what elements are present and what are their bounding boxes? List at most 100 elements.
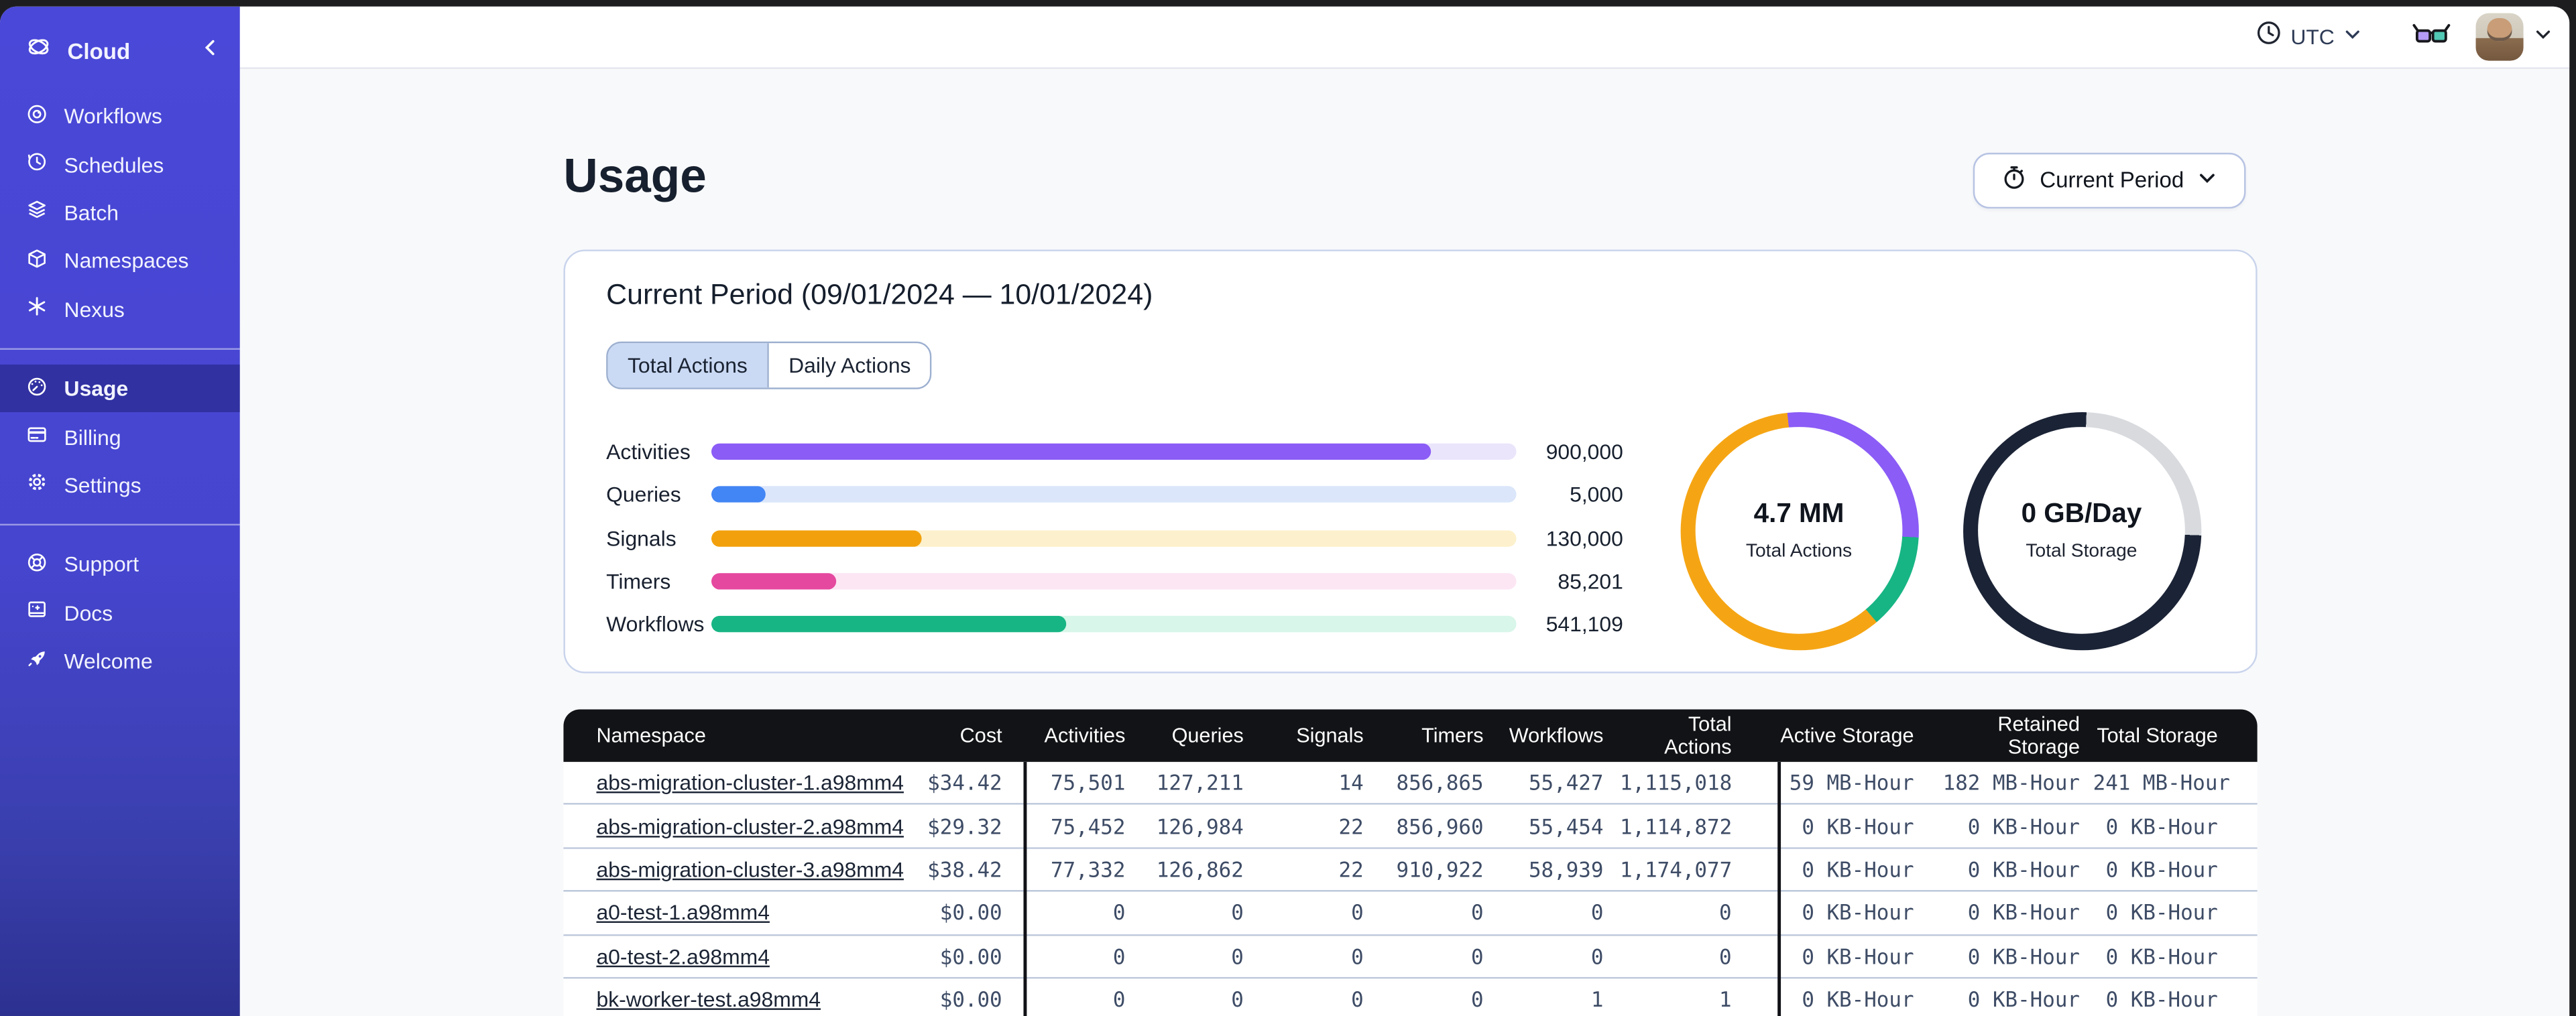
timezone-selector[interactable]: UTC [2256,19,2363,54]
cell-activities: 77,332 [1050,856,1126,882]
column-header-signals: Signals [1296,724,1364,747]
cell-signals: 0 [1351,987,1364,1012]
period-selector-button[interactable]: Current Period [1973,152,2246,208]
total-actions-donut: 4.7 MM Total Actions [1680,411,1918,650]
table-row: abs-migration-cluster-2.a98mm4 $29.32 75,4… [563,805,2258,849]
cell-active-storage: 0 KB-Hour [1802,856,1914,882]
cell-cost: $0.00 [939,900,1002,926]
column-header-workflows: Workflows [1509,724,1604,747]
donut-value: 0 GB/Day [2021,499,2142,529]
chevron-down-icon [2343,22,2362,52]
column-header-queries: Queries [1171,724,1244,747]
cell-cost: $34.42 [927,770,1002,796]
bar-track [711,443,1517,460]
donut-caption: Total Actions [1745,542,1853,562]
cell-signals: 22 [1338,814,1364,839]
brand-row: Cloud [0,26,240,76]
feedback-glasses-button[interactable] [2412,21,2451,54]
column-header-activities: Activities [1044,724,1126,747]
sidebar-item-nexus[interactable]: Nexus [0,285,240,333]
bar-row: Activities 900,000 [565,430,1649,473]
tab-daily-actions[interactable]: Daily Actions [767,343,931,388]
column-header-cost: Cost [959,724,1002,747]
donut-value: 4.7 MM [1753,499,1845,529]
cell-timers: 0 [1470,944,1484,969]
cell-queries: 126,984 [1156,814,1244,839]
sidebar-item-label: Schedules [64,151,164,177]
cell-total-storage: 0 KB-Hour [2105,987,2218,1012]
sidebar-item-support[interactable]: Support [0,540,240,588]
donut-caption: Total Storage [2026,542,2138,562]
docs-book-icon [25,598,50,627]
account-menu[interactable] [2475,13,2553,61]
cell-retained-storage: 0 KB-Hour [1967,944,2081,969]
cell-total-actions: 0 [1718,900,1732,926]
cell-activities: 75,452 [1050,814,1126,839]
app-window: UTC Cloud Workflows Schedules Batch Name… [0,6,2570,1016]
sidebar-item-namespaces[interactable]: Namespaces [0,237,240,285]
sidebar-item-workflows[interactable]: Workflows [0,92,240,140]
bar-category-label: Timers [606,569,671,594]
sidebar-item-docs[interactable]: Docs [0,588,240,637]
sidebar-item-label: Usage [64,376,129,401]
bar-row: Timers 85,201 [565,560,1649,602]
namespace-link[interactable]: a0-test-2.a98mm4 [563,944,859,968]
cell-workflows: 55,427 [1528,770,1604,796]
cell-total-actions: 1,114,872 [1619,814,1733,839]
top-bar: UTC [239,6,2570,69]
column-header-total-storage: Total Storage [2097,724,2218,747]
cell-total-storage: 0 KB-Hour [2105,814,2218,839]
cell-activities: 0 [1112,987,1126,1012]
sidebar-item-welcome[interactable]: Welcome [0,637,240,685]
sidebar-item-label: Namespaces [64,248,189,273]
cell-timers: 0 [1470,900,1484,926]
bar-row: Workflows 541,109 [565,603,1649,646]
cell-workflows: 55,454 [1528,814,1604,839]
bar-category-label: Queries [606,483,681,507]
cell-retained-storage: 0 KB-Hour [1967,900,2081,926]
bar-category-label: Workflows [606,612,705,637]
period-selector-label: Current Period [2040,168,2184,193]
column-header-namespace: Namespace [596,724,706,747]
sidebar-item-billing[interactable]: Billing [0,413,240,461]
bar-track [711,616,1517,633]
usage-table-header: Namespace Cost Activities Queries Signals Tim… [563,709,2258,762]
sidebar-item-schedules[interactable]: Schedules [0,140,240,188]
sidebar-item-usage[interactable]: Usage [0,364,240,413]
brand-label: Cloud [67,38,131,64]
cell-timers: 856,960 [1396,814,1484,839]
bar-fill [711,443,1431,460]
sidebar-item-settings[interactable]: Settings [0,461,240,509]
nexus-asterisk-icon [25,294,50,324]
table-row: a0-test-2.a98mm4 $0.00 0 0 0 0 0 0 0 KB-Hour 0 KB… [563,935,2258,979]
usage-table-body: abs-migration-cluster-1.a98mm4 $34.42 75,5… [563,761,2258,1016]
column-header-timers: Timers [1421,724,1484,747]
chevron-down-icon [2533,22,2553,52]
tab-total-actions[interactable]: Total Actions [607,343,768,388]
table-row: a0-test-1.a98mm4 $0.00 0 0 0 0 0 0 0 KB-Hour 0 KB… [563,891,2258,936]
cell-total-storage: 0 KB-Hour [2105,944,2218,969]
bar-value: 5,000 [1570,483,1623,507]
sidebar-item-label: Nexus [64,296,125,322]
namespace-link[interactable]: bk-worker-test.a98mm4 [563,987,859,1012]
namespace-link[interactable]: abs-migration-cluster-2.a98mm4 [563,814,904,838]
cell-active-storage: 59 MB-Hour [1789,770,1914,796]
actions-bar-chart: Activities 900,000 Queries 5,000 Signals… [565,430,1649,646]
namespace-link[interactable]: a0-test-1.a98mm4 [563,901,859,926]
namespace-link[interactable]: abs-migration-cluster-1.a98mm4 [563,771,904,796]
namespace-link[interactable]: abs-migration-cluster-3.a98mm4 [563,857,904,882]
card-title: Current Period (09/01/2024 — 10/01/2024) [606,277,1153,311]
namespace-usage-table: Namespace Cost Activities Queries Signals Tim… [563,709,2258,1016]
cell-total-storage: 0 KB-Hour [2105,856,2218,882]
settings-gear-icon [25,470,50,500]
cell-total-actions: 1,174,077 [1619,856,1733,882]
cell-retained-storage: 0 KB-Hour [1967,814,2081,839]
timezone-label: UTC [2290,24,2335,50]
cell-active-storage: 0 KB-Hour [1802,900,1914,926]
cell-cost: $0.00 [939,944,1002,969]
sidebar-item-label: Welcome [64,649,153,674]
page-title: Usage [563,151,707,204]
collapse-sidebar-icon[interactable] [200,36,220,66]
sidebar-item-batch[interactable]: Batch [0,188,240,237]
sidebar: Cloud Workflows Schedules Batch Namespac… [0,6,240,1016]
